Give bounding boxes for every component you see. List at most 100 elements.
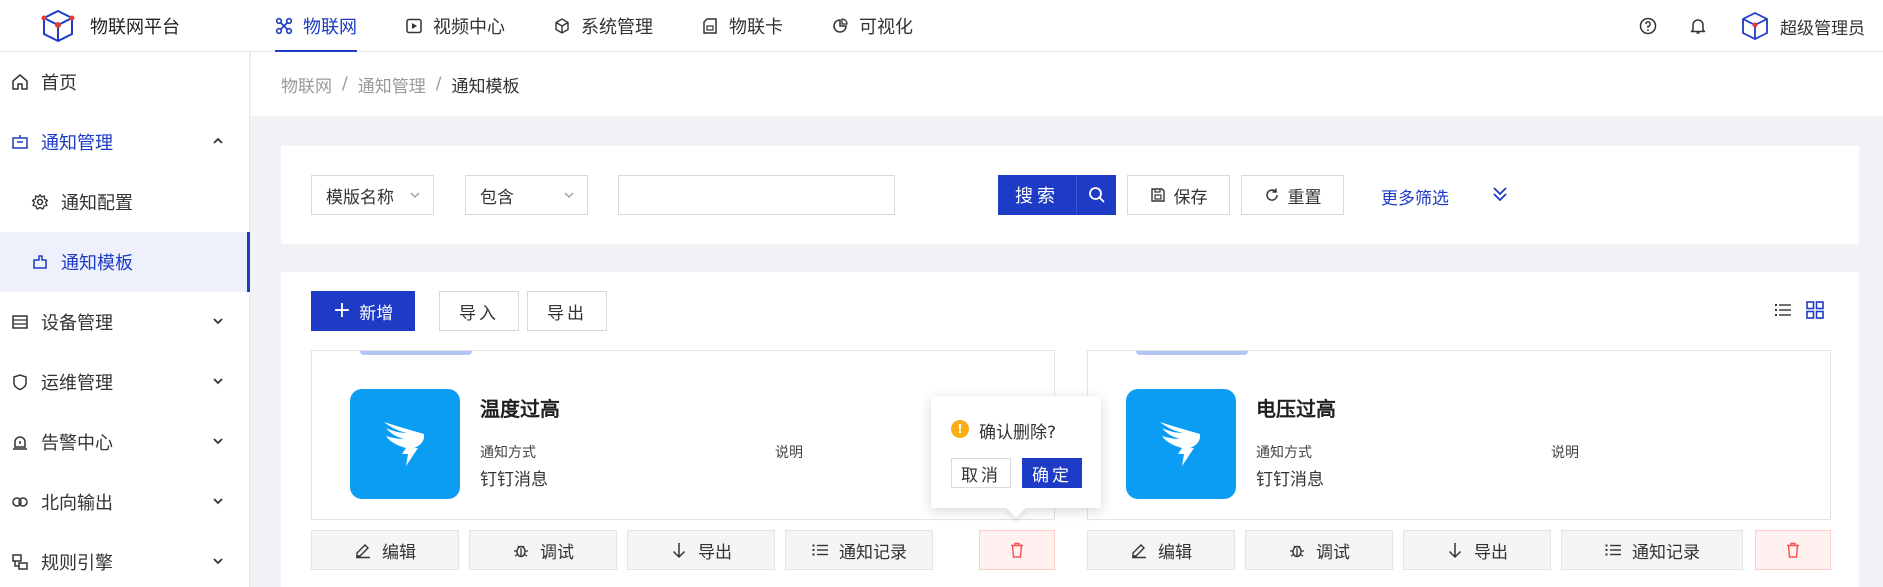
edit-button[interactable]: 编辑 [311,530,459,570]
import-button[interactable]: 导入 [439,291,519,331]
delete-button[interactable] [979,530,1055,570]
card-export-button[interactable]: 导出 [1403,530,1551,570]
template-card[interactable]: 电压过高 通知方式 钉钉消息 说明 [1087,350,1831,520]
cube-icon [553,17,571,35]
home-icon [10,72,30,92]
add-button[interactable]: + 新增 [311,291,415,331]
chevron-down-icon [213,498,223,505]
export-button[interactable]: 导出 [527,291,607,331]
debug-button-label: 调试 [540,542,574,563]
popconfirm-message: 确认删除? [979,423,1057,443]
description-label: 说明 [1551,445,1579,461]
sidebar-item-label: 告警中心 [41,433,113,454]
chevron-down-icon [213,438,223,445]
field-select-value: 模版名称 [326,187,394,208]
breadcrumb-separator: / [435,74,442,94]
gear-icon [30,192,50,212]
method-label: 通知方式 [480,445,536,461]
popconfirm-cancel-button[interactable]: 取消 [951,458,1011,488]
search-button[interactable]: 搜索 [998,175,1116,215]
operator-select[interactable]: 包含 [465,175,588,215]
sidebar-item-notification[interactable]: 通知管理 [0,112,249,172]
search-input[interactable] [618,175,895,215]
save-button[interactable]: 保存 [1127,175,1230,215]
breadcrumb: 物联网 / 通知管理 / 通知模板 [251,52,1883,116]
sidebar-item-ops[interactable]: 运维管理 [0,352,249,412]
chevron-down-icon [410,192,420,198]
dingtalk-icon [1126,389,1236,499]
delete-button[interactable] [1755,530,1831,570]
breadcrumb-current: 通知模板 [451,76,520,97]
reset-icon [1264,187,1280,203]
field-select[interactable]: 模版名称 [311,175,434,215]
user-name: 超级管理员 [1780,18,1865,39]
edit-button-label: 编辑 [382,542,416,563]
double-chevron-down-icon[interactable] [1491,184,1509,204]
bug-icon [1288,541,1306,559]
plus-icon: + [332,298,352,323]
debug-button[interactable]: 调试 [1245,530,1393,570]
sidebar-item-output[interactable]: 北向输出 [0,472,249,532]
nav-item-iot[interactable]: 物联网 [275,0,357,52]
nav-item-system[interactable]: 系统管理 [553,0,653,52]
edit-button-label: 编辑 [1158,542,1192,563]
nav-label: 物联卡 [729,17,783,38]
sidebar-item-notify-config[interactable]: 通知配置 [0,172,249,232]
method-label: 通知方式 [1256,445,1312,461]
chevron-down-icon [564,192,574,198]
device-icon [10,312,30,332]
edit-button[interactable]: 编辑 [1087,530,1235,570]
sidebar-item-device[interactable]: 设备管理 [0,292,249,352]
sidebar-item-label: 规则引擎 [41,553,113,574]
user-menu[interactable]: 超级管理员 [1740,11,1865,41]
output-icon [10,492,30,512]
list-icon [1604,541,1622,559]
nav-item-visual[interactable]: 可视化 [831,0,913,52]
bug-icon [512,541,530,559]
list-icon [811,541,829,559]
pie-chart-icon [831,17,849,35]
grid-view-icon[interactable] [1805,300,1825,320]
reset-button[interactable]: 重置 [1241,175,1344,215]
arrow-down-icon [670,541,688,559]
nav-item-video[interactable]: 视频中心 [405,0,505,52]
sidebar-item-rule[interactable]: 规则引擎 [0,532,249,587]
sidebar-item-label: 运维管理 [41,373,113,394]
sidebar-item-label: 首页 [41,73,77,94]
list-view-icon[interactable] [1773,300,1793,320]
breadcrumb-link-notification[interactable]: 通知管理 [358,72,426,97]
avatar [1742,11,1768,41]
help-icon[interactable] [1638,16,1658,36]
edit-icon [354,541,372,559]
sidebar-item-notify-template[interactable]: 通知模板 [0,232,250,292]
chevron-down-icon [213,378,223,385]
edit-icon [1130,541,1148,559]
chevron-down-icon [213,318,223,325]
export-button-label: 导出 [547,303,587,324]
notification-icon [10,132,30,152]
sidebar-item-home[interactable]: 首页 [0,52,249,112]
debug-button[interactable]: 调试 [469,530,617,570]
records-button[interactable]: 通知记录 [1561,530,1743,570]
alarm-icon [10,432,30,452]
chevron-down-icon [213,558,223,565]
logo[interactable]: 物联网平台 [40,8,180,44]
description-label: 说明 [775,445,803,461]
bell-icon[interactable] [1688,16,1708,36]
popconfirm-ok-button[interactable]: 确定 [1022,458,1082,488]
sidebar-item-alarm[interactable]: 告警中心 [0,412,249,472]
card-export-button[interactable]: 导出 [627,530,775,570]
sim-card-icon [701,17,719,35]
records-button-label: 通知记录 [839,542,907,563]
more-filter-link[interactable]: 更多筛选 [1381,184,1449,209]
breadcrumb-link-iot[interactable]: 物联网 [281,72,332,97]
delete-popconfirm: ! 确认删除? 取消 确定 [931,396,1101,508]
nav-label: 系统管理 [581,17,653,38]
sidebar: 首页 通知管理 通知配置 通知模板 设备管理 运维管理 告警中心 北向输出 规则… [0,52,250,587]
records-button[interactable]: 通知记录 [785,530,933,570]
top-nav: 物联网 视频中心 系统管理 物联卡 可视化 [275,0,961,52]
nav-item-simcard[interactable]: 物联卡 [701,0,783,52]
sidebar-item-label: 通知管理 [41,133,113,154]
template-name: 电压过高 [1256,397,1336,421]
trash-icon [1008,541,1026,559]
